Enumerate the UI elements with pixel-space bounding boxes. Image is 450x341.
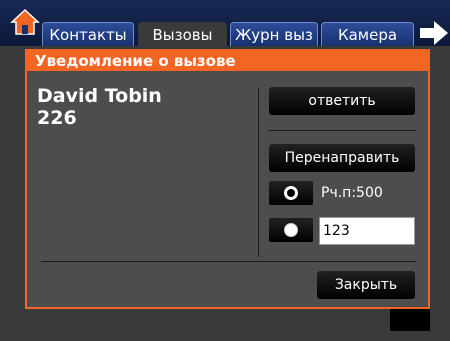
home-icon[interactable] [10,8,40,36]
dialog-title: Уведомление о вызове [27,51,428,71]
background-button [390,309,430,331]
option1-radio[interactable] [269,181,313,205]
option1-label: Рч.п:500 [321,185,383,201]
vertical-divider [258,87,259,257]
option2-input[interactable]: 123 [319,217,415,245]
tab-call-log[interactable]: Журн выз [230,22,318,46]
tab-calls[interactable]: Вызовы [138,22,227,48]
bottom-divider [41,261,416,262]
caller-name: David Tobin [37,85,162,107]
caller-number: 226 [37,107,77,129]
close-button[interactable]: Закрыть [317,271,415,299]
option2-radio[interactable] [269,218,313,242]
tab-contacts[interactable]: Контакты [42,22,134,46]
tab-camera[interactable]: Камера [321,22,414,46]
forward-button[interactable]: Перенаправить [269,144,415,172]
arrow-right-icon[interactable] [418,18,450,48]
answer-button[interactable]: ответить [269,87,415,115]
radio-empty-icon [284,186,298,200]
call-notification-dialog: Уведомление о вызове David Tobin 226 отв… [25,49,430,309]
tab-bar: Контакты Вызовы Журн выз Камера [0,0,450,48]
radio-filled-icon [284,223,298,237]
right-divider [268,130,416,131]
